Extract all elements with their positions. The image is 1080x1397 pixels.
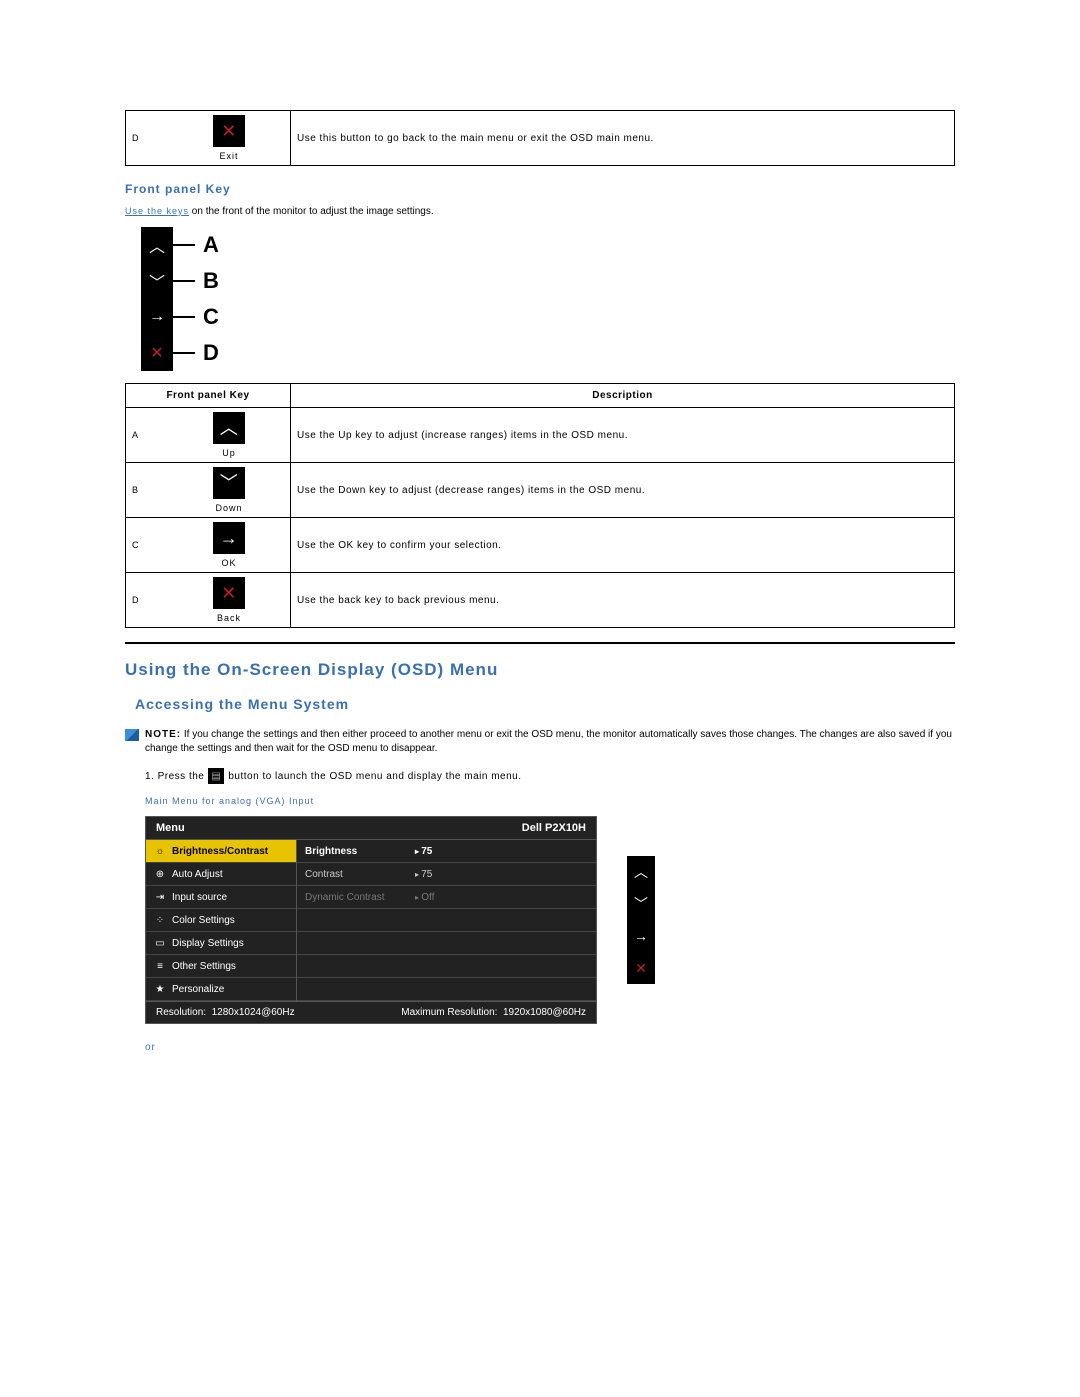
note-icon (125, 729, 139, 741)
maxres-val: 1920x1080@60Hz (503, 1007, 586, 1018)
row-label: OK (174, 558, 284, 568)
arrow-right-icon[interactable]: → (627, 920, 655, 952)
menu-button-icon: ▤ (208, 768, 224, 784)
row-letter: D (126, 573, 169, 628)
row-letter: B (126, 463, 169, 518)
chevron-down-icon: ﹀ (141, 263, 173, 299)
osd-item-display[interactable]: ▭Display Settings (146, 932, 296, 955)
step-text-a: 1. Press the (145, 771, 204, 782)
or-text: or (145, 1042, 955, 1053)
front-panel-para: Use the keys on the front of the monitor… (125, 206, 955, 217)
use-the-keys-link[interactable]: Use the keys (125, 206, 189, 216)
display-icon: ▭ (154, 937, 166, 949)
row-desc: Use the OK key to confirm your selection… (291, 518, 955, 573)
close-icon: ✕ (213, 115, 245, 147)
front-panel-heading: Front panel Key (125, 182, 955, 196)
close-icon: ✕ (141, 335, 173, 371)
row-desc: Use the Down key to adjust (decrease ran… (291, 463, 955, 518)
exit-label: Exit (174, 151, 284, 161)
osd-heading: Using the On-Screen Display (OSD) Menu (125, 660, 955, 680)
close-icon: ✕ (213, 577, 245, 609)
chevron-down-icon: ﹀ (213, 467, 245, 499)
input-icon: ⇥ (154, 891, 166, 903)
front-panel-text: on the front of the monitor to adjust th… (189, 206, 434, 217)
osd-item-color[interactable]: ⁘Color Settings (146, 909, 296, 932)
osd-row-contrast[interactable]: Contrast75 (297, 863, 596, 886)
panel-strip: ︿ ﹀ → ✕ (141, 227, 173, 371)
row-label: Back (174, 613, 284, 623)
row-desc: Use the Up key to adjust (increase range… (291, 408, 955, 463)
osd-row-dynamic: Dynamic ContrastOff (297, 886, 596, 909)
exit-icon-cell: ✕ Exit (168, 111, 291, 166)
osd-header: Menu Dell P2X10H (146, 817, 596, 840)
osd-item-brightness[interactable]: ☼Brightness/Contrast (146, 840, 296, 863)
res-label: Resolution: (156, 1007, 206, 1018)
front-panel-diagram: ︿ ﹀ → ✕ A B C D (141, 227, 955, 371)
row-label: Down (174, 503, 284, 513)
table-row: B ﹀ Down Use the Down key to adjust (dec… (126, 463, 955, 518)
row-label: Up (174, 448, 284, 458)
palette-icon: ⁘ (154, 914, 166, 926)
sun-icon: ☼ (154, 845, 166, 857)
note-row: NOTE: If you change the settings and the… (125, 728, 955, 756)
note-label: NOTE: (145, 729, 181, 740)
osd-model: Dell P2X10H (522, 822, 586, 834)
star-icon: ★ (154, 983, 166, 995)
chevron-up-icon: ︿ (213, 412, 245, 444)
osd-panel: Menu Dell P2X10H ☼Brightness/Contrast ⊕A… (145, 816, 597, 1024)
section-divider (125, 642, 955, 644)
exit-desc: Use this button to go back to the main m… (291, 111, 955, 166)
main-menu-vga-label: Main Menu for analog (VGA) Input (145, 796, 955, 806)
note-body: If you change the settings and then eith… (145, 729, 952, 754)
osd-row-brightness[interactable]: Brightness75 (297, 840, 596, 863)
res-val: 1280x1024@60Hz (212, 1007, 295, 1018)
arrow-right-icon: → (141, 299, 173, 335)
row-desc: Use the back key to back previous menu. (291, 573, 955, 628)
table-header-desc: Description (291, 384, 955, 408)
table-row: C → OK Use the OK key to confirm your se… (126, 518, 955, 573)
panel-labels: A B C D (173, 227, 219, 371)
row-letter: D (126, 111, 169, 166)
step-text-b: button to launch the OSD menu and displa… (228, 771, 521, 782)
osd-item-other[interactable]: ≡Other Settings (146, 955, 296, 978)
table-header-key: Front panel Key (126, 384, 291, 408)
chevron-up-icon[interactable]: ︿ (627, 856, 655, 888)
diagram-label-c: C (203, 304, 219, 330)
osd-right-panel: Brightness75 Contrast75 Dynamic Contrast… (297, 840, 596, 1001)
osd-item-personalize[interactable]: ★Personalize (146, 978, 296, 1001)
note-text: NOTE: If you change the settings and the… (145, 728, 955, 756)
auto-icon: ⊕ (154, 868, 166, 880)
diagram-label-b: B (203, 268, 219, 294)
osd-side-buttons: ︿ ﹀ → ✕ (627, 856, 655, 984)
osd-left-menu: ☼Brightness/Contrast ⊕Auto Adjust ⇥Input… (146, 840, 297, 1001)
osd-item-input[interactable]: ⇥Input source (146, 886, 296, 909)
osd-menu-label: Menu (156, 822, 185, 834)
access-heading: Accessing the Menu System (135, 696, 955, 712)
diagram-label-d: D (203, 340, 219, 366)
row-letter: A (126, 408, 169, 463)
table-row: D ✕ Back Use the back key to back previo… (126, 573, 955, 628)
osd-item-autoadjust[interactable]: ⊕Auto Adjust (146, 863, 296, 886)
maxres-label: Maximum Resolution: (401, 1007, 497, 1018)
chevron-down-icon[interactable]: ﹀ (627, 888, 655, 920)
step-1: 1. Press the ▤ button to launch the OSD … (145, 768, 955, 784)
diagram-label-a: A (203, 232, 219, 258)
table-row: A ︿ Up Use the Up key to adjust (increas… (126, 408, 955, 463)
row-letter: C (126, 518, 169, 573)
close-icon[interactable]: ✕ (627, 952, 655, 984)
sliders-icon: ≡ (154, 960, 166, 972)
chevron-up-icon: ︿ (141, 227, 173, 263)
exit-key-table: D ✕ Exit Use this button to go back to t… (125, 110, 955, 166)
arrow-right-icon: → (213, 522, 245, 554)
front-panel-key-table: Front panel Key Description A ︿ Up Use t… (125, 383, 955, 628)
osd-footer: Resolution: 1280x1024@60Hz Maximum Resol… (146, 1001, 596, 1023)
